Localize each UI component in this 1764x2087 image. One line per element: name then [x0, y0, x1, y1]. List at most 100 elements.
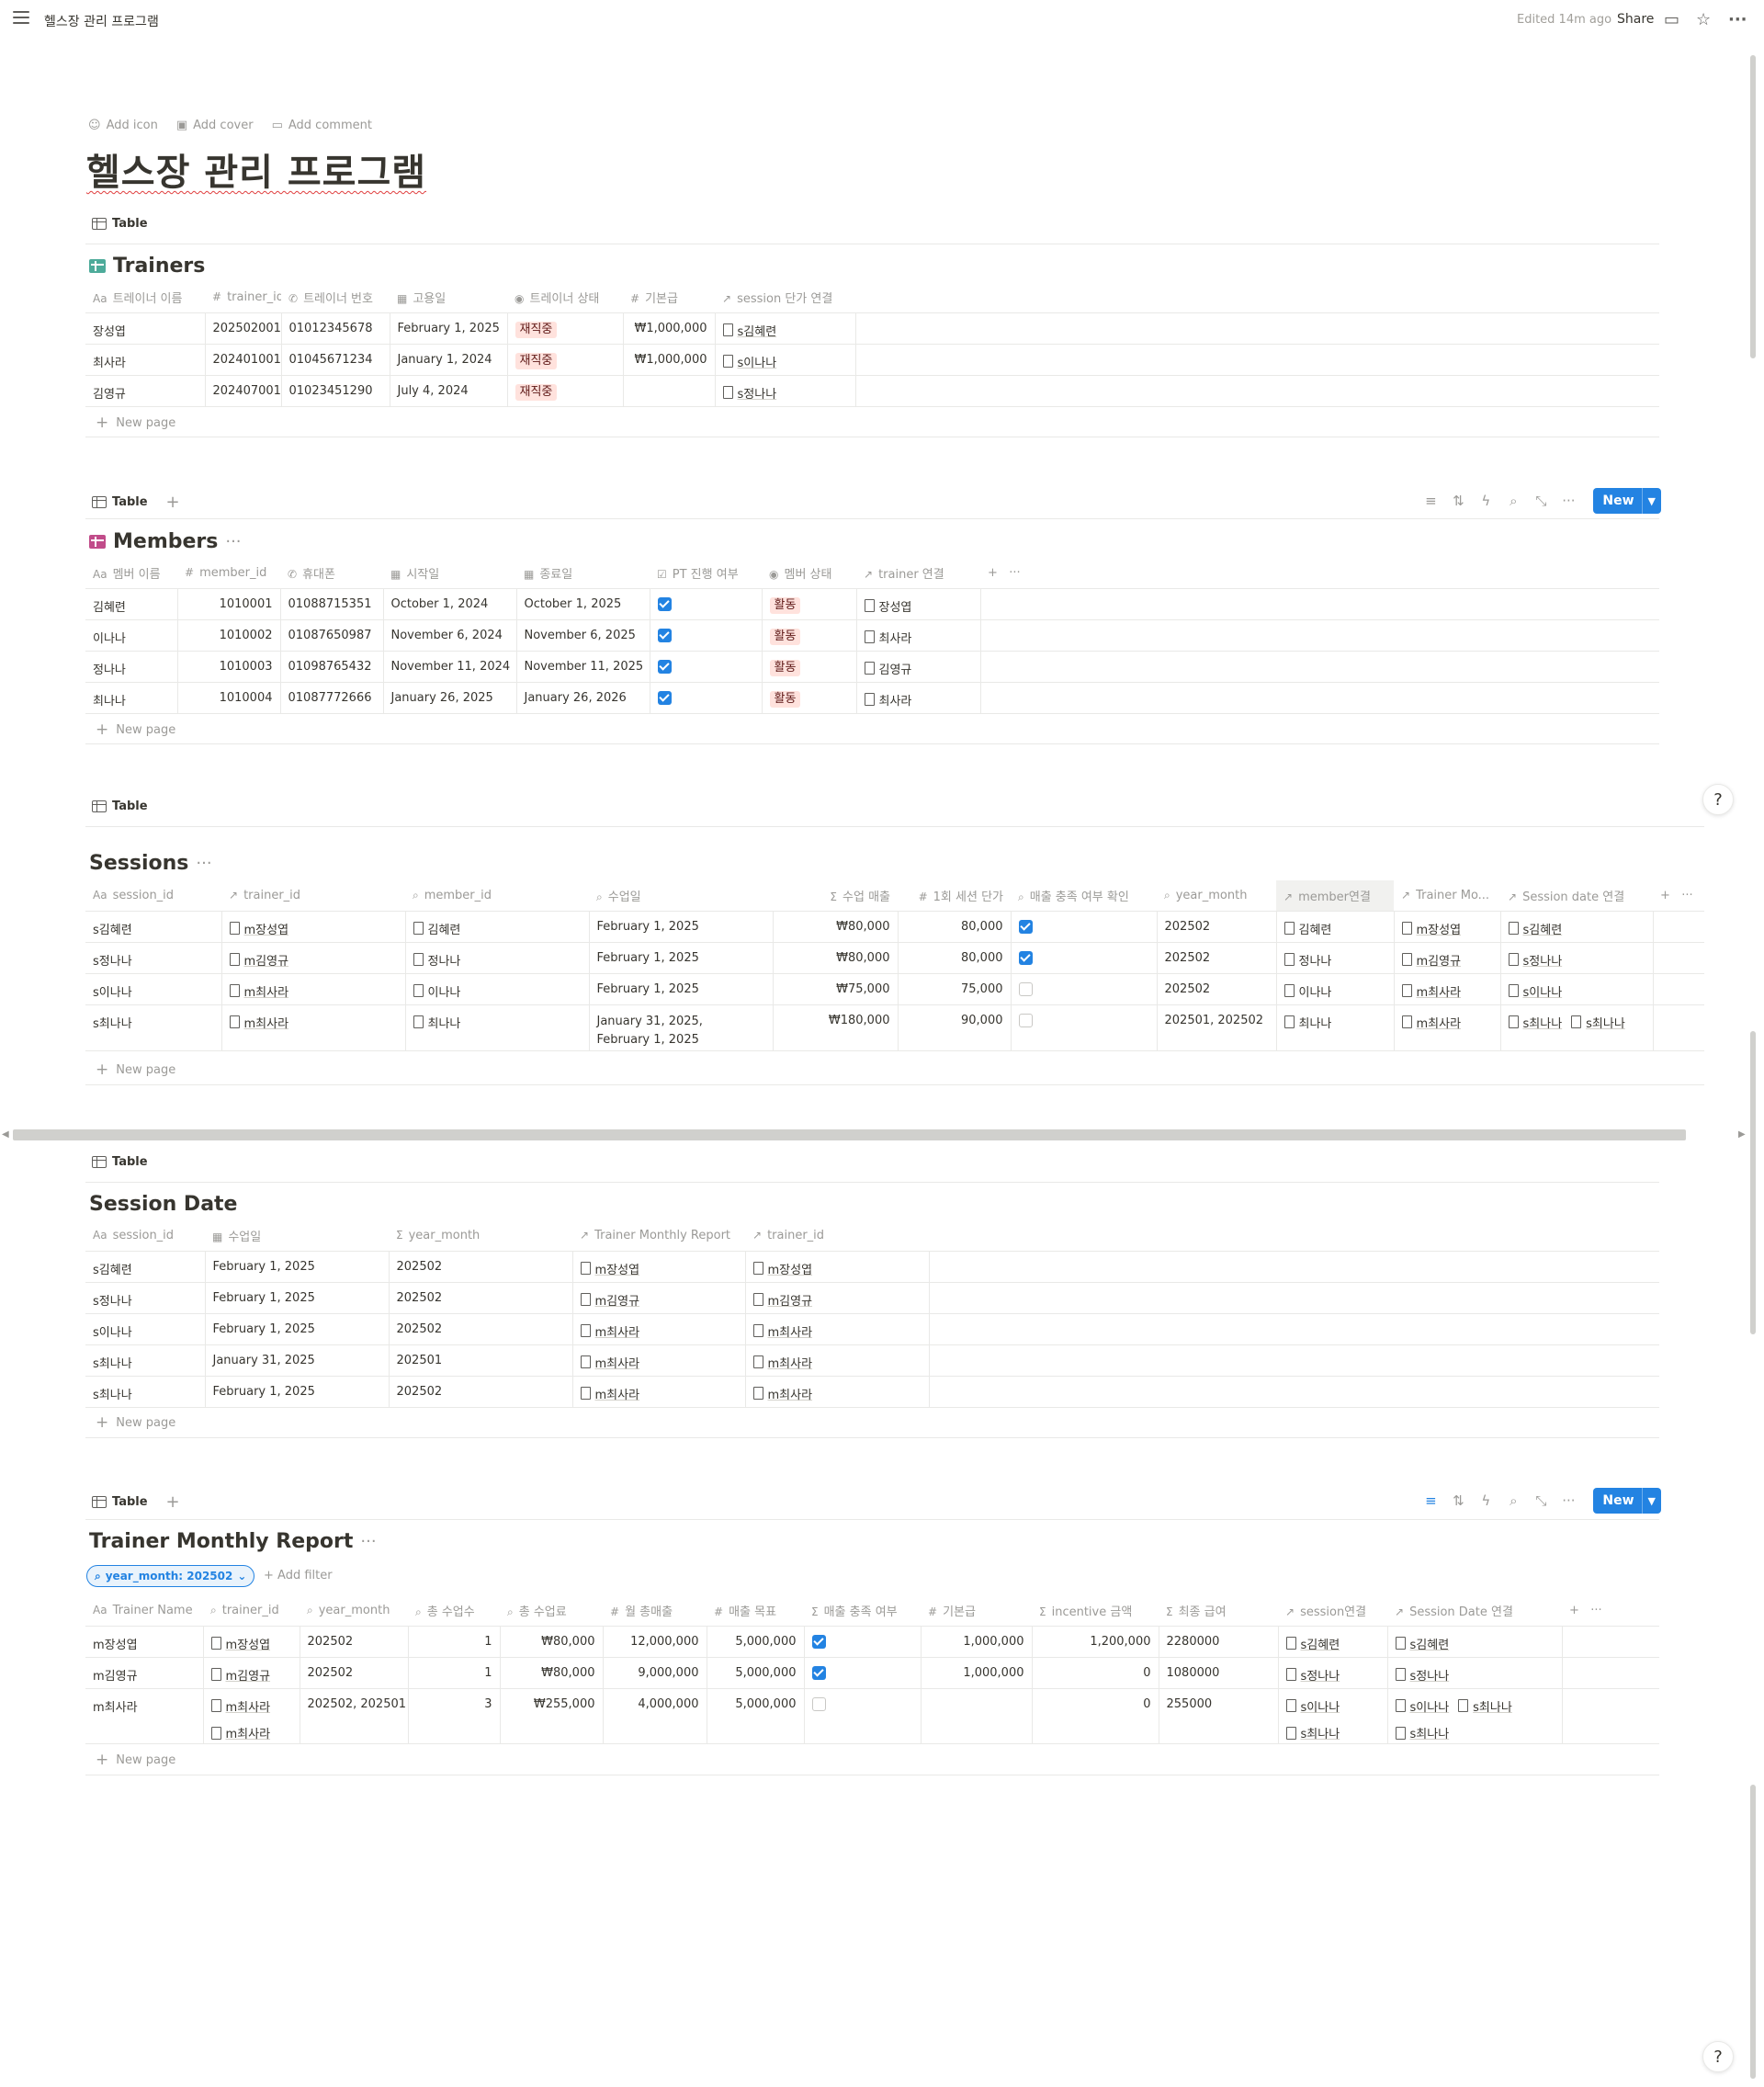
new-page-button[interactable]: + New page: [96, 1061, 175, 1079]
table-row[interactable]: m김영규 m김영규 202502 1 ₩80,000 9,000,000 5,0…: [85, 1657, 1659, 1689]
relation-link[interactable]: 김혜련: [413, 920, 461, 937]
table-row[interactable]: 최나나 1010004 01087772666 January 26, 2025…: [85, 682, 1659, 714]
cell[interactable]: 정나나: [85, 651, 178, 683]
cell[interactable]: [1011, 942, 1158, 974]
cell[interactable]: 202502: [389, 1313, 573, 1345]
checkbox[interactable]: [811, 1665, 826, 1680]
cell[interactable]: 202407001: [205, 375, 282, 407]
add-view-icon[interactable]: +: [166, 1492, 180, 1512]
cell[interactable]: 12,000,000: [603, 1626, 707, 1658]
relation-link[interactable]: m김영규: [581, 1291, 640, 1309]
col-header[interactable]: ⌕ 총 수업수: [408, 1595, 500, 1627]
cell[interactable]: [921, 1688, 1033, 1744]
add-property-icon[interactable]: + ···: [1653, 880, 1704, 912]
checkbox[interactable]: [657, 628, 672, 642]
cell[interactable]: 0: [1032, 1657, 1159, 1689]
col-header[interactable]: ⌕ year_month: [1157, 880, 1276, 912]
relation-link[interactable]: 정나나: [1284, 951, 1332, 969]
cell[interactable]: s이나나: [1500, 973, 1654, 1005]
cell[interactable]: 최나나: [405, 1004, 590, 1051]
cell[interactable]: January 26, 2026: [516, 682, 650, 714]
vertical-scrollbar-thumb-2[interactable]: [1750, 1031, 1756, 1334]
cell[interactable]: m장성엽: [85, 1626, 204, 1658]
relation-link[interactable]: m최사라: [230, 1014, 289, 1031]
cell[interactable]: 202502: [300, 1657, 409, 1689]
cell[interactable]: 75,000: [898, 973, 1012, 1005]
cell[interactable]: 최사라: [856, 619, 981, 652]
cell[interactable]: 4,000,000: [603, 1688, 707, 1744]
checkbox[interactable]: [811, 1634, 826, 1649]
cell[interactable]: [650, 588, 763, 620]
cell[interactable]: m최사라 m최사라: [203, 1688, 300, 1744]
col-header[interactable]: # 월 총매출: [603, 1595, 707, 1627]
cell[interactable]: 01087650987: [280, 619, 384, 652]
cell[interactable]: m김영규: [203, 1657, 300, 1689]
cell[interactable]: s이나나: [715, 344, 856, 376]
col-header[interactable]: ↗ Trainer Mo...: [1394, 880, 1500, 912]
relation-link[interactable]: m최사라: [753, 1322, 813, 1340]
relation-link[interactable]: 이나나: [1284, 982, 1332, 1000]
breadcrumb[interactable]: 헬스장 관리 프로그램: [44, 12, 159, 30]
cell[interactable]: s김혜련: [715, 312, 856, 345]
cell[interactable]: February 1, 2025: [589, 911, 774, 943]
relation-link[interactable]: m김영규: [230, 951, 289, 969]
table-row[interactable]: s김혜련 February 1, 2025 202502 m장성엽 m장성엽: [85, 1251, 1659, 1283]
cell[interactable]: m장성엽: [1394, 911, 1501, 943]
help-icon[interactable]: ?: [1702, 2041, 1734, 2072]
cell[interactable]: 활동: [762, 651, 857, 683]
col-header[interactable]: ⌕ 매출 충족 여부 확인: [1011, 880, 1157, 912]
col-header[interactable]: Aa session_id: [85, 1220, 205, 1252]
relation-link[interactable]: m최사라: [1402, 982, 1462, 1000]
col-header[interactable]: # 매출 목표: [707, 1595, 804, 1627]
relation-link[interactable]: 최사라: [865, 629, 912, 646]
col-header[interactable]: ✆ 트레이너 번호: [281, 282, 390, 313]
cell[interactable]: 255000: [1159, 1688, 1279, 1744]
horizontal-scrollbar[interactable]: [13, 1129, 1686, 1140]
cell[interactable]: 202502: [1157, 973, 1277, 1005]
cell[interactable]: ₩80,000: [773, 942, 899, 974]
cell[interactable]: 최나나: [85, 682, 178, 714]
cell[interactable]: November 6, 2024: [383, 619, 517, 652]
relation-link[interactable]: s이나나: [1396, 1697, 1450, 1715]
star-icon[interactable]: ☆: [1696, 11, 1711, 29]
cell[interactable]: 01098765432: [280, 651, 384, 683]
cell[interactable]: 3: [408, 1688, 501, 1744]
cell[interactable]: s정나나: [85, 942, 222, 974]
cell[interactable]: m김영규: [572, 1282, 746, 1314]
cell[interactable]: 김혜련: [85, 588, 178, 620]
col-header[interactable]: ⌕ member_id: [405, 880, 589, 912]
add-comment-button[interactable]: ▭ Add comment: [272, 119, 372, 132]
col-header[interactable]: Σ 최종 급여: [1159, 1595, 1278, 1627]
table-row[interactable]: s이나나 February 1, 2025 202502 m최사라 m최사라: [85, 1313, 1659, 1345]
cell[interactable]: 202501, 202502: [1157, 1004, 1277, 1051]
cell[interactable]: [804, 1626, 922, 1658]
cell[interactable]: m장성엽: [221, 911, 406, 943]
relation-link[interactable]: 최나나: [413, 1014, 461, 1031]
relation-link[interactable]: m장성엽: [581, 1260, 640, 1277]
new-page-button[interactable]: + New page: [96, 414, 175, 432]
filter-icon[interactable]: ≡: [1422, 1492, 1439, 1509]
comment-icon[interactable]: ▭: [1664, 11, 1679, 29]
cell[interactable]: 5,000,000: [707, 1657, 805, 1689]
col-header[interactable]: ↗ Session Date 연결: [1387, 1595, 1562, 1627]
chevron-down-icon[interactable]: ▼: [1643, 1495, 1661, 1507]
cell[interactable]: m김영규: [221, 942, 406, 974]
cell[interactable]: m최사라: [745, 1313, 930, 1345]
cell[interactable]: s이나나 s최나나 s최나나: [1387, 1688, 1563, 1744]
col-header[interactable]: Aa 멤버 이름: [85, 558, 177, 589]
share-button[interactable]: Share: [1617, 12, 1654, 27]
checkbox[interactable]: [1018, 950, 1033, 965]
checkbox[interactable]: [657, 596, 672, 611]
relation-link[interactable]: m최사라: [753, 1354, 813, 1371]
cell[interactable]: February 1, 2025: [205, 1251, 390, 1283]
cell[interactable]: m김영규: [85, 1657, 204, 1689]
col-header[interactable]: ↗ trainer 연결: [856, 558, 980, 589]
automation-icon[interactable]: ϟ: [1477, 493, 1494, 509]
cell[interactable]: 정나나: [405, 942, 590, 974]
more-icon[interactable]: ···: [196, 854, 211, 873]
db-title-session-date[interactable]: Session Date: [89, 1193, 237, 1216]
cell[interactable]: 01023451290: [281, 375, 390, 407]
relation-link[interactable]: m최사라: [753, 1385, 813, 1402]
cell[interactable]: 활동: [762, 682, 857, 714]
col-header[interactable]: ↗ Session date 연결: [1500, 880, 1653, 912]
